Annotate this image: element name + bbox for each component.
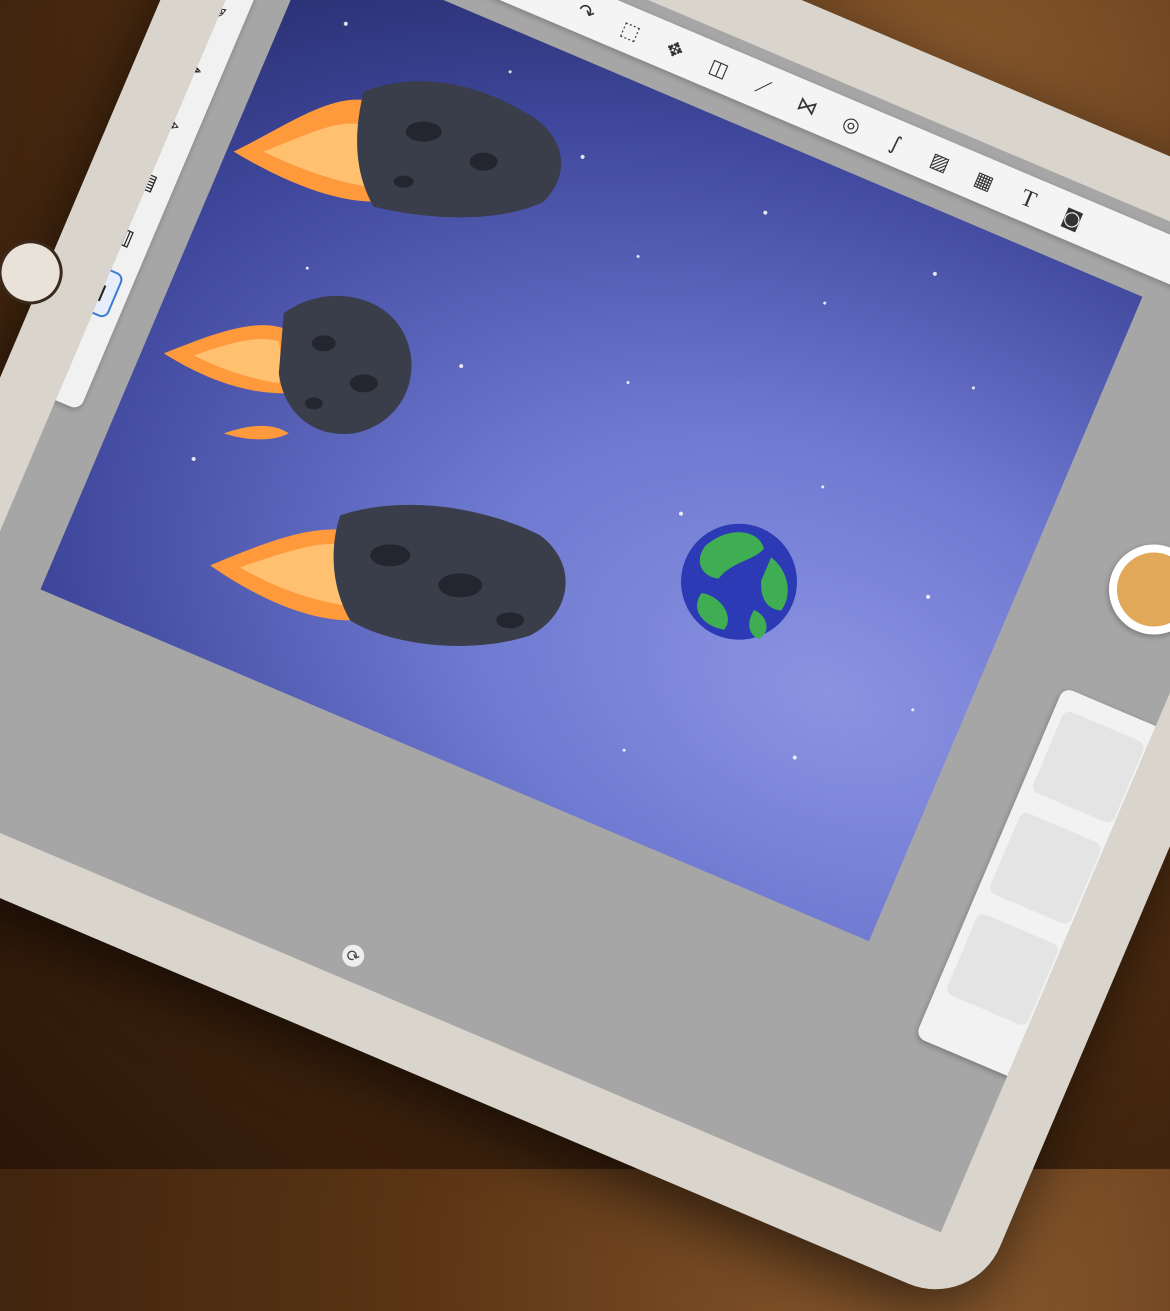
drawing-canvas[interactable]: [40, 0, 1143, 942]
color-picker-button[interactable]: [1094, 530, 1170, 649]
transform-icon[interactable]: ✥: [653, 27, 698, 72]
ruler-icon[interactable]: ⟋: [741, 65, 786, 110]
earth-planet: [681, 523, 798, 640]
selection-icon[interactable]: ⬚: [608, 8, 653, 53]
image-import-icon[interactable]: ▨: [918, 140, 963, 185]
ipad-device: ☰ ↶ ↷ ⬚ ✥ ◫ ⟋ ⋈ ◎ ∫ ▨ ▦ T ◙ ▲ ✎ ✐ ✒ ✏: [0, 0, 1170, 1311]
undo-icon[interactable]: ↶: [520, 0, 565, 15]
asteroid-bottom: [210, 504, 566, 646]
photo-scene: ☰ ↶ ↷ ⬚ ✥ ◫ ⟋ ⋈ ◎ ∫ ▨ ▦ T ◙ ▲ ✎ ✐ ✒ ✏: [0, 0, 1170, 1311]
record-icon[interactable]: ◙: [1050, 196, 1095, 241]
layer-thumbnail-background[interactable]: [944, 911, 1061, 1028]
fill-bucket-icon[interactable]: ◫: [697, 46, 742, 91]
asteroid-top: [233, 81, 562, 218]
hatch-brush-icon[interactable]: ▥: [101, 210, 146, 262]
layer-thumbnail-earth[interactable]: [987, 810, 1104, 926]
artwork: [163, 21, 975, 760]
fill-brush-icon[interactable]: ▮: [74, 262, 126, 320]
texture-brush-icon[interactable]: ▤: [124, 154, 169, 206]
layers-panel: [915, 686, 1165, 1080]
marker-icon[interactable]: ✐: [195, 0, 240, 41]
layer-thumbnail-asteroids[interactable]: [1030, 709, 1147, 825]
redo-icon[interactable]: ↷: [564, 0, 609, 34]
current-color-swatch: [1105, 540, 1170, 639]
pen-icon[interactable]: ✒: [171, 44, 216, 96]
symmetry-icon[interactable]: ⋈: [785, 83, 830, 128]
asteroid-middle: [163, 295, 412, 440]
home-button[interactable]: [0, 230, 73, 315]
pencil-icon[interactable]: ✏: [148, 99, 193, 151]
perspective-grid-icon[interactable]: ▦: [962, 158, 1007, 203]
app-screen: ☰ ↶ ↷ ⬚ ✥ ◫ ⟋ ⋈ ◎ ∫ ▨ ▦ T ◙ ▲ ✎ ✐ ✒ ✏: [0, 0, 1170, 1233]
canvas-rotate-icon[interactable]: ⟳: [338, 941, 368, 971]
text-icon[interactable]: T: [1006, 177, 1051, 222]
shapes-icon[interactable]: ◎: [829, 102, 874, 147]
curve-icon[interactable]: ∫: [874, 121, 919, 166]
